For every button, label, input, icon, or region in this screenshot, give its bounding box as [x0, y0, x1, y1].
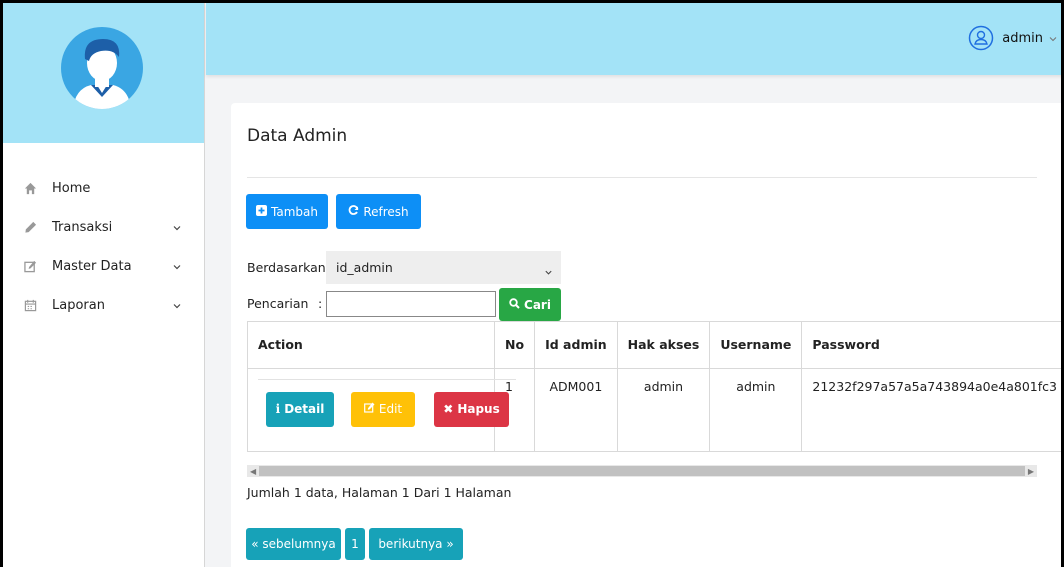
search-separator: :	[318, 296, 323, 311]
sidebar-nav: Home Transaksi Master Data Laporan	[3, 143, 204, 325]
info-icon: i	[275, 402, 281, 416]
user-avatar-icon	[61, 27, 143, 109]
cell-role: admin	[617, 368, 711, 451]
sidebar-item-master-data[interactable]: Master Data	[3, 247, 204, 286]
home-icon	[23, 182, 37, 196]
next-page-button[interactable]: berikutnya »	[369, 528, 463, 560]
plus-square-icon	[256, 204, 268, 219]
edit-icon	[363, 402, 375, 416]
cell-password: 21232f297a57a5a743894a0e4a801fc3	[812, 378, 1057, 394]
delete-button[interactable]: ✖ Hapus	[434, 391, 509, 427]
refresh-button[interactable]: Refresh	[336, 194, 421, 229]
search-button[interactable]: Cari	[499, 288, 561, 321]
sidebar-item-label: Home	[52, 181, 91, 196]
sidebar-header	[3, 3, 204, 143]
scrollbar-thumb[interactable]	[259, 466, 1025, 476]
column-header-no: No	[494, 322, 536, 369]
cell-username: admin	[709, 368, 803, 451]
column-header-action: Action	[248, 322, 496, 369]
divider	[258, 378, 516, 380]
user-circle-icon	[968, 25, 994, 51]
chevron-down-icon	[1048, 33, 1058, 43]
sidebar-item-label: Master Data	[52, 259, 132, 274]
search-button-label: Cari	[524, 297, 551, 312]
filter-by-label: Berdasarkan:	[247, 260, 330, 275]
prev-page-button[interactable]: « sebelumnya	[246, 528, 341, 560]
column-header-role: Hak akses	[617, 322, 711, 369]
user-menu[interactable]: admin	[968, 25, 1058, 51]
sidebar-item-label: Transaksi	[52, 220, 113, 235]
add-button[interactable]: Tambah	[246, 194, 328, 229]
row-actions: i Detail Edit ✖ Hapus	[258, 378, 516, 449]
edit-square-icon	[23, 260, 37, 274]
column-header-id: Id admin	[534, 322, 618, 369]
pencil-icon	[23, 221, 37, 235]
column-header-username: Username	[709, 322, 803, 369]
pagination-summary: Jumlah 1 data, Halaman 1 Dari 1 Halaman	[247, 485, 512, 500]
sidebar-item-laporan[interactable]: Laporan	[3, 286, 204, 325]
user-name: admin	[1002, 30, 1043, 46]
table-row: i Detail Edit ✖ Hapus 1 ADM001 admin adm…	[248, 368, 1061, 451]
sidebar: Home Transaksi Master Data Laporan	[3, 3, 205, 567]
data-table: Action No Id admin Hak akses Username Pa…	[247, 321, 1061, 452]
search-label: Pencarian	[247, 296, 309, 311]
chevron-down-icon	[172, 301, 182, 311]
refresh-icon	[348, 204, 359, 219]
chevron-down-icon	[172, 262, 182, 272]
page-1-button[interactable]: 1	[345, 528, 365, 560]
content-card: Data Admin Tambah Refresh Berdasarkan: i…	[231, 103, 1061, 567]
sidebar-item-transaksi[interactable]: Transaksi	[3, 208, 204, 247]
add-button-label: Tambah	[271, 204, 318, 219]
sidebar-item-label: Laporan	[52, 298, 105, 313]
detail-button-label: Detail	[284, 402, 325, 416]
search-icon	[509, 297, 520, 312]
page-title: Data Admin	[247, 126, 348, 146]
edit-button[interactable]: Edit	[351, 391, 415, 427]
filter-field-select[interactable]: id_admin	[326, 251, 561, 284]
refresh-button-label: Refresh	[363, 204, 409, 219]
chevron-down-icon	[544, 265, 553, 275]
divider	[247, 177, 1037, 178]
sidebar-item-home[interactable]: Home	[3, 169, 204, 208]
cell-id: ADM001	[534, 368, 618, 451]
calendar-icon	[23, 299, 37, 313]
scroll-left-icon[interactable]: ◀	[250, 467, 256, 476]
scroll-right-icon[interactable]: ▶	[1028, 467, 1034, 476]
topbar: admin	[206, 3, 1061, 75]
delete-button-label: Hapus	[457, 402, 500, 416]
detail-button[interactable]: i Detail	[266, 391, 334, 427]
search-input[interactable]	[326, 291, 496, 317]
close-icon: ✖	[443, 402, 454, 416]
app-frame: Home Transaksi Master Data Laporan admin…	[0, 0, 1064, 567]
horizontal-scrollbar[interactable]: ◀ ▶	[247, 465, 1037, 477]
edit-button-label: Edit	[378, 402, 403, 416]
column-header-password: Password	[801, 322, 1061, 369]
filter-field-value: id_admin	[336, 260, 393, 275]
chevron-down-icon	[172, 223, 182, 233]
table-header-row: Action No Id admin Hak akses Username Pa…	[248, 322, 1061, 369]
row-actions-cell: i Detail Edit ✖ Hapus	[248, 368, 516, 451]
